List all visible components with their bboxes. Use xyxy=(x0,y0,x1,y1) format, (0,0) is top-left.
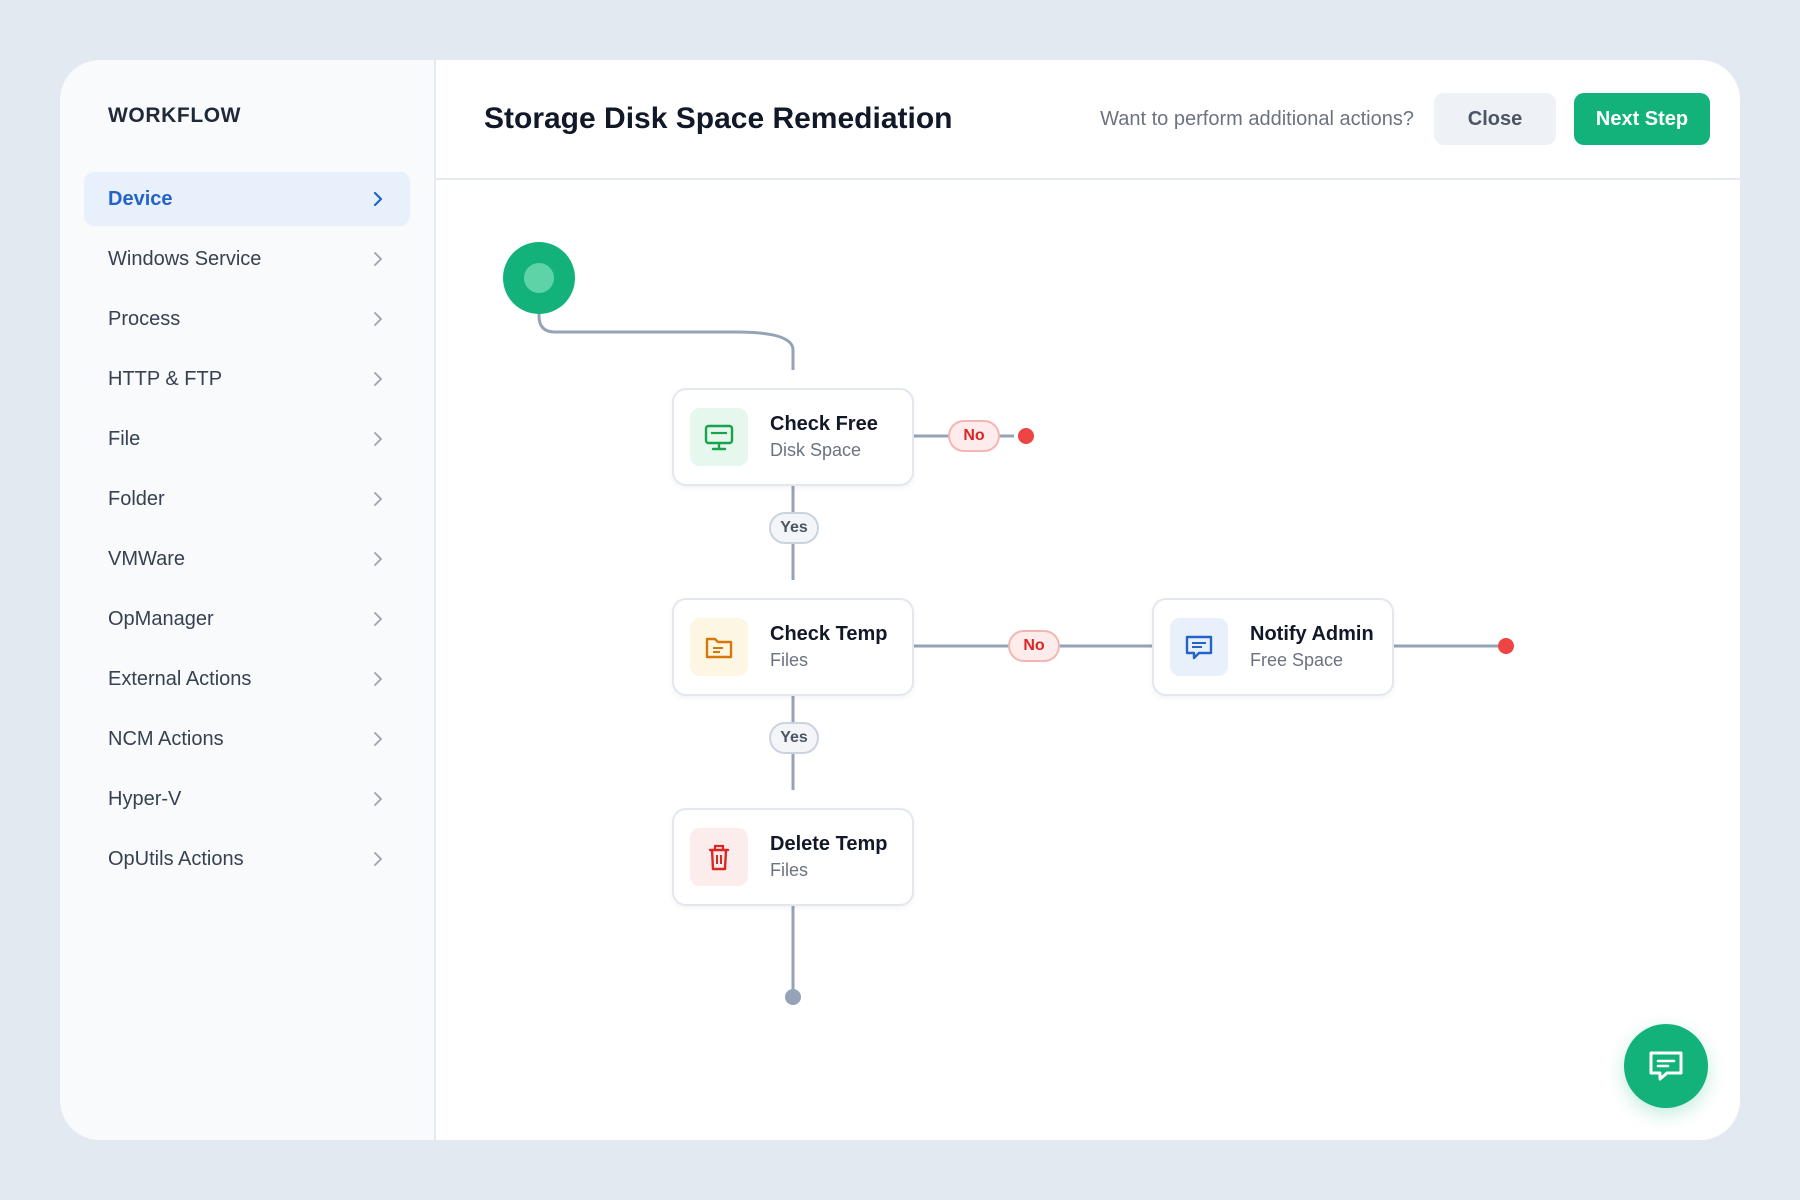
chevron-right-icon xyxy=(372,732,386,746)
sidebar-item-label: Device xyxy=(108,187,173,210)
node-title: Delete Temp xyxy=(770,833,888,855)
sidebar-item-label: HTTP & FTP xyxy=(108,367,223,390)
next-step-button[interactable]: Next Step xyxy=(1574,93,1710,145)
sidebar-item-label: NCM Actions xyxy=(108,727,224,750)
chevron-right-icon xyxy=(372,192,386,206)
sidebar-item-http-ftp[interactable]: HTTP & FTP xyxy=(84,352,410,406)
node-title: Check Free xyxy=(770,413,878,435)
sidebar-item-label: VMWare xyxy=(108,547,186,570)
branch-label-no: No xyxy=(948,420,1000,452)
chevron-right-icon xyxy=(372,312,386,326)
chat-icon xyxy=(1645,1045,1687,1087)
connector-start xyxy=(537,277,795,370)
branch-label-yes: Yes xyxy=(769,512,819,544)
sidebar-item-label: Windows Service xyxy=(108,247,262,270)
chevron-right-icon xyxy=(372,252,386,266)
chat-button[interactable] xyxy=(1624,1024,1708,1108)
node-notify-admin-free-space[interactable]: Notify Admin Free Space xyxy=(1152,598,1394,696)
branch-label-no: No xyxy=(1008,630,1060,662)
trash-icon xyxy=(690,828,748,886)
end-marker-delete xyxy=(785,989,801,1005)
chevron-right-icon xyxy=(372,432,386,446)
end-marker-notify xyxy=(1498,638,1514,654)
sidebar-item-ncm-actions[interactable]: NCM Actions xyxy=(84,712,410,766)
sidebar-list: Device Windows Service Process HTTP & FT… xyxy=(60,172,434,886)
sidebar-item-folder[interactable]: Folder xyxy=(84,472,410,526)
chevron-right-icon xyxy=(372,612,386,626)
node-text: Delete Temp Files xyxy=(770,831,887,883)
sidebar-item-hyper-v[interactable]: Hyper-V xyxy=(84,772,410,826)
sidebar-item-external-actions[interactable]: External Actions xyxy=(84,652,410,706)
message-icon xyxy=(1170,618,1228,676)
sidebar-item-windows-service[interactable]: Windows Service xyxy=(84,232,410,286)
sidebar-item-file[interactable]: File xyxy=(84,412,410,466)
node-text: Notify Admin Free Space xyxy=(1250,621,1374,673)
sidebar-item-label: External Actions xyxy=(108,667,252,690)
sidebar: WORKFLOW Device Windows Service Process … xyxy=(60,60,436,1140)
node-subtitle: Disk Space xyxy=(770,440,862,460)
workflow-canvas: No Yes No Yes Check Free Disk Space Chec… xyxy=(436,182,1740,1140)
workflow-window: WORKFLOW Device Windows Service Process … xyxy=(60,60,1740,1140)
sidebar-title: WORKFLOW xyxy=(108,104,242,127)
sidebar-item-label: File xyxy=(108,427,141,450)
sidebar-item-opmanager[interactable]: OpManager xyxy=(84,592,410,646)
start-node-inner xyxy=(524,263,554,293)
branch-label-yes: Yes xyxy=(769,722,819,754)
header: Storage Disk Space Remediation Want to p… xyxy=(436,60,1740,180)
monitor-icon xyxy=(690,408,748,466)
chevron-right-icon xyxy=(372,372,386,386)
chevron-right-icon xyxy=(372,672,386,686)
additional-actions-prompt: Want to perform additional actions? xyxy=(1100,107,1414,130)
node-check-free-disk-space[interactable]: Check Free Disk Space xyxy=(672,388,914,486)
node-subtitle: Free Space xyxy=(1250,650,1344,670)
node-subtitle: Files xyxy=(770,650,809,670)
sidebar-item-label: Folder xyxy=(108,487,165,510)
node-title: Check Temp xyxy=(770,623,888,645)
main-panel: Storage Disk Space Remediation Want to p… xyxy=(436,60,1740,1140)
node-subtitle: Files xyxy=(770,860,809,880)
sidebar-item-process[interactable]: Process xyxy=(84,292,410,346)
node-text: Check Free Disk Space xyxy=(770,411,878,463)
sidebar-item-label: Process xyxy=(108,307,181,330)
node-title: Notify Admin xyxy=(1250,623,1374,645)
page-title: Storage Disk Space Remediation xyxy=(484,102,953,135)
sidebar-item-label: OpUtils Actions xyxy=(108,847,244,870)
folder-icon xyxy=(690,618,748,676)
sidebar-item-vmware[interactable]: VMWare xyxy=(84,532,410,586)
sidebar-item-device[interactable]: Device xyxy=(84,172,410,226)
chevron-right-icon xyxy=(372,852,386,866)
flow-connectors xyxy=(503,242,1514,1005)
chevron-right-icon xyxy=(372,552,386,566)
node-delete-temp-files[interactable]: Delete Temp Files xyxy=(672,808,914,906)
chevron-right-icon xyxy=(372,792,386,806)
end-marker-no-1 xyxy=(1018,428,1034,444)
sidebar-item-label: Hyper-V xyxy=(108,787,182,810)
node-check-temp-files[interactable]: Check Temp Files xyxy=(672,598,914,696)
close-button[interactable]: Close xyxy=(1434,93,1556,145)
sidebar-item-oputils-actions[interactable]: OpUtils Actions xyxy=(84,832,410,886)
sidebar-item-label: OpManager xyxy=(108,607,214,630)
node-text: Check Temp Files xyxy=(770,621,887,673)
chevron-right-icon xyxy=(372,492,386,506)
